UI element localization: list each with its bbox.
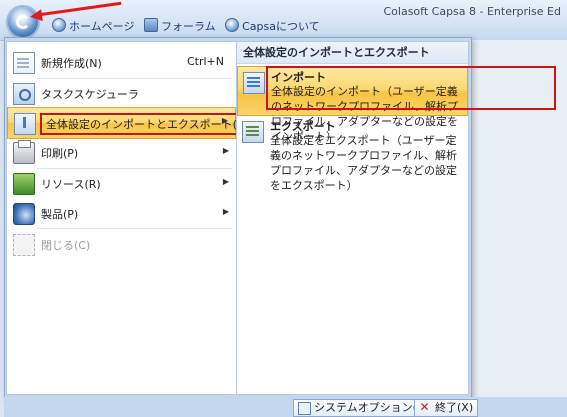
menu-item-new[interactable]: 新規作成(N) Ctrl+N bbox=[7, 48, 236, 76]
system-options-label: システムオプション(O) bbox=[314, 401, 430, 414]
tab-forum-label: フォーラム bbox=[160, 20, 216, 33]
menu-separator bbox=[37, 228, 232, 229]
exit-label: 終了(X) bbox=[435, 401, 474, 414]
close-file-icon bbox=[13, 234, 35, 256]
chevron-right-icon: ▶ bbox=[222, 177, 229, 186]
import-export-icon bbox=[14, 113, 36, 135]
books-icon bbox=[13, 173, 35, 195]
menu-left-pane: 新規作成(N) Ctrl+N タスクスケジューラ 全体設定のインポートとエクスポ… bbox=[6, 41, 255, 395]
tab-forum[interactable]: フォーラム bbox=[143, 18, 216, 34]
menu-item-resources[interactable]: リソース(R) ▶ bbox=[7, 169, 236, 197]
export-icon bbox=[242, 121, 264, 143]
task-scheduler-icon bbox=[13, 83, 35, 105]
submenu-item-export[interactable]: エクスポート 全体設定をエクスポート（ユーザー定義のネットワークプロファイル、解… bbox=[237, 116, 468, 192]
chevron-right-icon: ▶ bbox=[222, 146, 229, 155]
menu-item-close-label: 閉じる(C) bbox=[41, 239, 91, 252]
menu-item-resources-label: リソース(R) bbox=[41, 178, 101, 191]
menu-item-close: 閉じる(C) bbox=[7, 230, 236, 258]
menu-item-print[interactable]: 印刷(P) ▶ bbox=[7, 138, 236, 166]
tab-about[interactable]: Capsaについて bbox=[225, 18, 320, 34]
menu-item-products-label: 製品(P) bbox=[41, 208, 79, 221]
menu-item-new-shortcut: Ctrl+N bbox=[186, 55, 224, 68]
info-icon bbox=[225, 18, 240, 32]
submenu-item-export-desc: 全体設定をエクスポート（ユーザー定義のネットワークプロファイル、解析プロファイル… bbox=[270, 134, 457, 192]
annotation-box bbox=[266, 66, 556, 110]
exit-icon: ✕ bbox=[419, 400, 430, 414]
annotation-arrow-icon bbox=[29, 9, 43, 23]
import-icon bbox=[243, 72, 265, 94]
printer-icon bbox=[13, 140, 35, 164]
submenu-item-export-title: エクスポート bbox=[270, 120, 336, 133]
menu-item-products[interactable]: 製品(P) ▶ bbox=[7, 199, 236, 227]
options-icon bbox=[298, 402, 311, 415]
chevron-right-icon: ▶ bbox=[221, 116, 228, 125]
product-icon bbox=[13, 203, 35, 225]
menu-item-import-export[interactable]: 全体設定のインポートとエクスポート(E) ▶ bbox=[7, 107, 255, 139]
menu-item-task-scheduler-label: タスクスケジューラ bbox=[41, 88, 139, 101]
new-document-icon bbox=[13, 52, 35, 74]
menu-footer: システムオプション(O) ✕ 終了(X) bbox=[4, 397, 567, 417]
tab-homepage-label: ホームページ bbox=[69, 20, 135, 33]
submenu-title: 全体設定のインポートとエクスポート bbox=[237, 42, 468, 64]
home-icon bbox=[52, 18, 66, 32]
app-title: Colasoft Capsa 8 - Enterprise Ed bbox=[383, 5, 561, 18]
exit-button[interactable]: ✕ 終了(X) bbox=[414, 399, 479, 417]
forum-icon bbox=[143, 18, 158, 32]
tab-about-label: Capsaについて bbox=[242, 20, 320, 33]
menu-item-new-label: 新規作成(N) bbox=[41, 57, 102, 70]
menu-item-print-label: 印刷(P) bbox=[41, 147, 79, 160]
app-logo-icon bbox=[16, 15, 30, 29]
chevron-right-icon: ▶ bbox=[222, 207, 229, 216]
tab-homepage[interactable]: ホームページ bbox=[52, 18, 134, 34]
quick-tab-strip: ホームページ フォーラム Capsaについて bbox=[52, 18, 326, 36]
menu-item-task-scheduler[interactable]: タスクスケジューラ bbox=[7, 79, 236, 107]
